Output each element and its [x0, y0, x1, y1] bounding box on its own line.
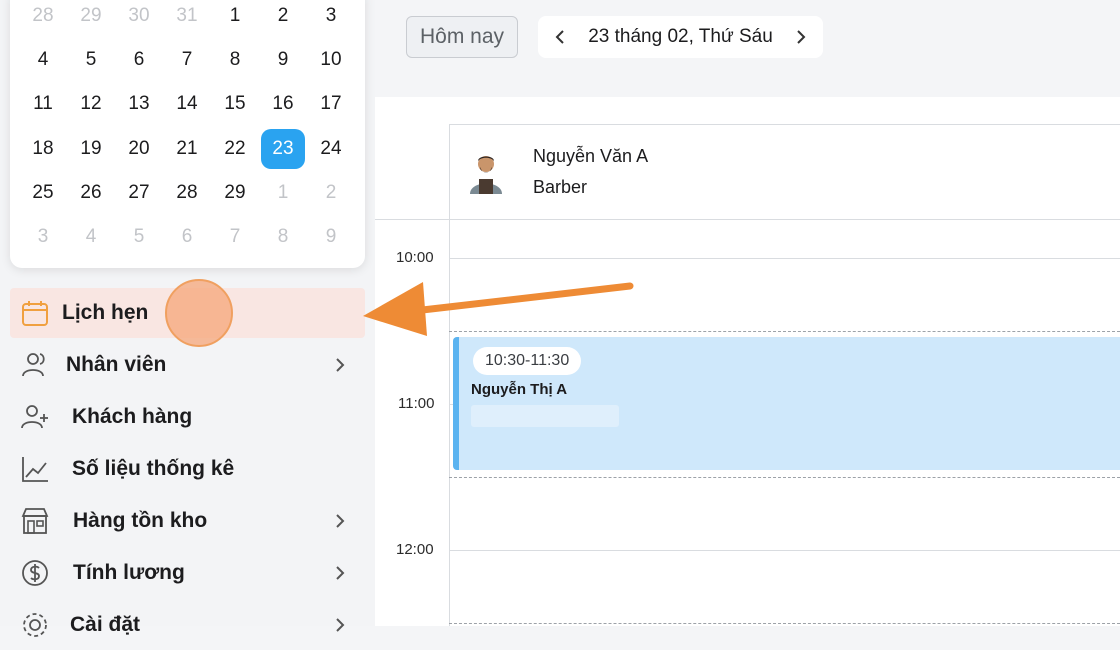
calendar-day[interactable]: 29	[69, 0, 113, 36]
hour-line	[449, 258, 1120, 259]
menu-label-customers: Khách hàng	[72, 405, 193, 428]
calendar-day[interactable]: 24	[309, 129, 353, 169]
hour-line	[449, 550, 1120, 551]
chevron-right-icon[interactable]	[333, 514, 347, 528]
mini-calendar: 28 29 30 31 1 2 3 4 5 6 7 8 9 10 11 12 13 14 15 16 17 18 19 20 2…	[10, 0, 365, 268]
chevron-right-icon[interactable]	[793, 29, 809, 45]
staff-name: Nguyễn Văn A	[533, 146, 649, 166]
calendar-day[interactable]: 17	[309, 84, 353, 124]
time-label: 10:00	[396, 249, 434, 266]
menu-item-settings[interactable]: Cài đặt	[10, 600, 365, 650]
menu-label-statistics: Số liệu thống kê	[72, 457, 235, 480]
calendar-day[interactable]: 4	[21, 40, 65, 80]
calendar-day[interactable]: 5	[117, 217, 161, 257]
calendar-day[interactable]: 8	[261, 217, 305, 257]
date-navigator: 23 tháng 02, Thứ Sáu	[538, 16, 823, 58]
calendar-day[interactable]: 9	[261, 40, 305, 80]
calendar-day[interactable]: 6	[117, 40, 161, 80]
menu-label-inventory: Hàng tồn kho	[73, 509, 208, 532]
menu-label-payroll: Tính lương	[73, 561, 185, 584]
menu-item-staff[interactable]: Nhân viên	[10, 340, 365, 390]
menu-label-staff: Nhân viên	[66, 353, 167, 376]
menu-item-payroll[interactable]: Tính lương	[10, 548, 365, 598]
calendar-day[interactable]: 12	[69, 84, 113, 124]
calendar-day[interactable]: 13	[117, 84, 161, 124]
menu-item-inventory[interactable]: Hàng tồn kho	[10, 496, 365, 546]
half-hour-line	[449, 623, 1120, 624]
calendar-day[interactable]: 28	[165, 173, 209, 213]
time-label: 11:00	[398, 395, 435, 412]
calendar-day[interactable]: 10	[309, 40, 353, 80]
users-icon	[22, 353, 45, 377]
chevron-right-icon[interactable]	[333, 358, 347, 372]
staff-role: Barber	[533, 177, 588, 197]
header-divider	[375, 219, 1120, 220]
time-label: 12:00	[396, 541, 434, 558]
chevron-left-icon[interactable]	[552, 29, 568, 45]
calendar-day-selected[interactable]: 23	[261, 129, 305, 169]
calendar-day[interactable]: 26	[69, 173, 113, 213]
calendar-day[interactable]: 6	[165, 217, 209, 257]
appointment-time: 10:30-11:30	[473, 347, 582, 375]
user-plus-icon	[21, 405, 48, 429]
calendar-day[interactable]: 30	[117, 0, 161, 36]
calendar-day[interactable]: 15	[213, 84, 257, 124]
arrow-annotation	[363, 282, 634, 336]
chart-line-icon	[22, 457, 48, 482]
store-icon	[21, 508, 49, 534]
calendar-day[interactable]: 31	[165, 0, 209, 36]
calendar-day[interactable]: 21	[165, 129, 209, 169]
calendar-day[interactable]: 22	[213, 129, 257, 169]
today-button[interactable]: Hôm nay	[406, 16, 518, 58]
calendar-day[interactable]: 1	[261, 173, 305, 213]
calendar-day[interactable]: 18	[21, 129, 65, 169]
menu-label-appointments: Lịch hẹn	[62, 301, 149, 324]
calendar-day[interactable]: 7	[165, 40, 209, 80]
calendar-day[interactable]: 9	[309, 217, 353, 257]
calendar-icon	[22, 301, 48, 326]
menu-label-settings: Cài đặt	[70, 613, 141, 636]
appointment-client: Nguyễn Thị A	[471, 381, 568, 398]
gear-icon	[23, 613, 47, 637]
calendar-day[interactable]: 3	[21, 217, 65, 257]
calendar-day[interactable]: 28	[21, 0, 65, 36]
calendar-day[interactable]: 4	[69, 217, 113, 257]
calendar-day[interactable]: 7	[213, 217, 257, 257]
appointment-details-redacted	[471, 405, 619, 427]
chevron-right-icon[interactable]	[333, 618, 347, 632]
calendar-day[interactable]: 25	[21, 173, 65, 213]
calendar-day[interactable]: 3	[309, 0, 353, 36]
calendar-day[interactable]: 16	[261, 84, 305, 124]
calendar-day[interactable]: 14	[165, 84, 209, 124]
appointment-card[interactable]: 10:30-11:30 Nguyễn Thị A	[453, 337, 1120, 470]
calendar-day[interactable]: 20	[117, 129, 161, 169]
calendar-day[interactable]: 5	[69, 40, 113, 80]
calendar-day[interactable]: 1	[213, 0, 257, 36]
chevron-right-icon[interactable]	[333, 566, 347, 580]
half-hour-line	[449, 477, 1120, 478]
avatar	[470, 156, 502, 194]
current-date-label[interactable]: 23 tháng 02, Thứ Sáu	[588, 26, 773, 48]
dollar-icon	[22, 560, 48, 586]
staff-column-header[interactable]	[449, 124, 1120, 220]
calendar-day[interactable]: 19	[69, 129, 113, 169]
calendar-day[interactable]: 2	[309, 173, 353, 213]
click-highlight	[165, 279, 233, 347]
menu-item-customers[interactable]: Khách hàng	[10, 392, 365, 442]
menu-item-statistics[interactable]: Số liệu thống kê	[10, 444, 365, 494]
calendar-day[interactable]: 2	[261, 0, 305, 36]
calendar-day[interactable]: 8	[213, 40, 257, 80]
calendar-day[interactable]: 11	[21, 84, 65, 124]
calendar-day[interactable]: 29	[213, 173, 257, 213]
calendar-day[interactable]: 27	[117, 173, 161, 213]
